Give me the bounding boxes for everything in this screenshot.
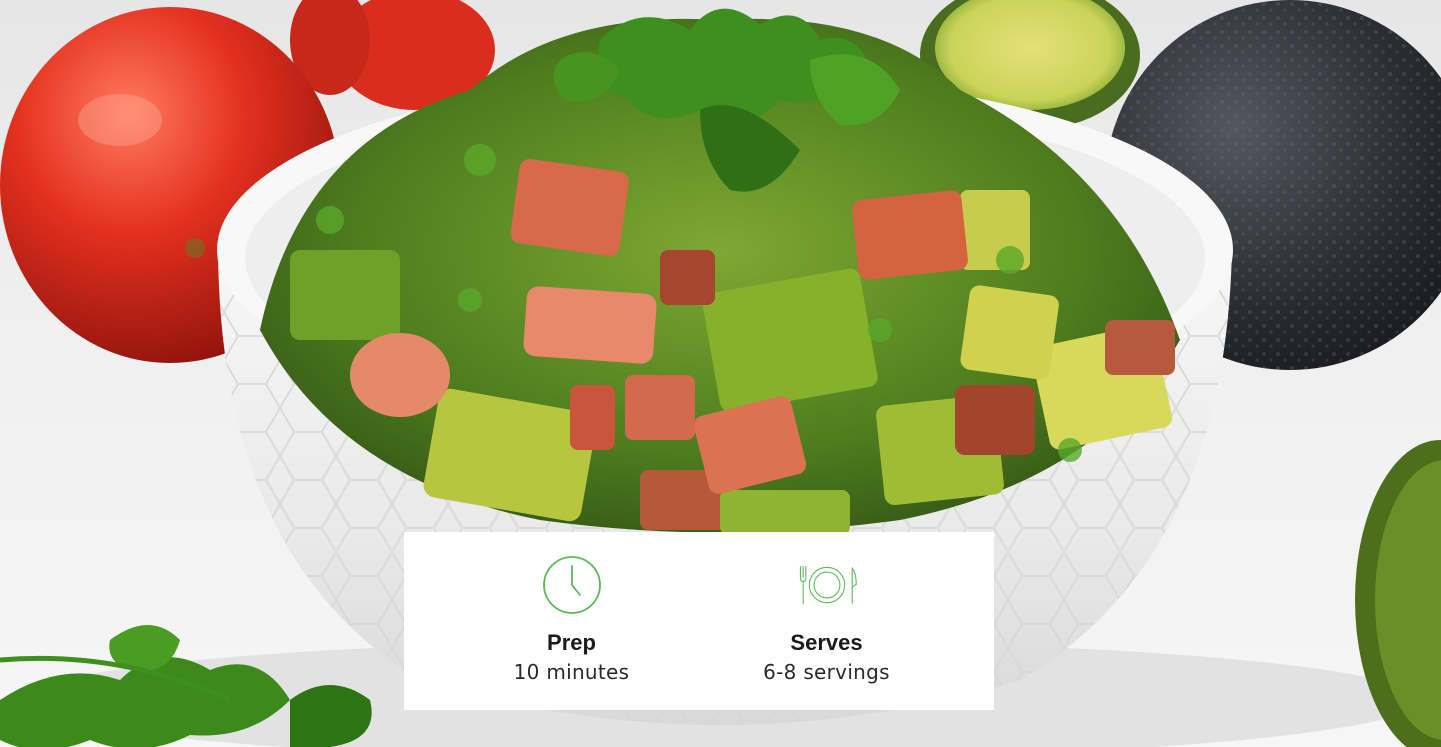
prep-label: Prep: [547, 630, 596, 655]
clock-icon: [540, 554, 604, 616]
recipe-info-card: Prep 10 minutes Serves 6-8 servings: [404, 532, 994, 710]
recipe-hero: Prep 10 minutes Serves 6-8 servings: [0, 0, 1441, 747]
serves-label: Serves: [790, 630, 863, 655]
plate-cutlery-icon: [795, 554, 859, 616]
serves-value: 6-8 servings: [763, 660, 890, 684]
prep-value: 10 minutes: [513, 660, 630, 684]
prep-info: Prep 10 minutes: [472, 554, 672, 685]
serves-info: Serves 6-8 servings: [727, 554, 927, 685]
